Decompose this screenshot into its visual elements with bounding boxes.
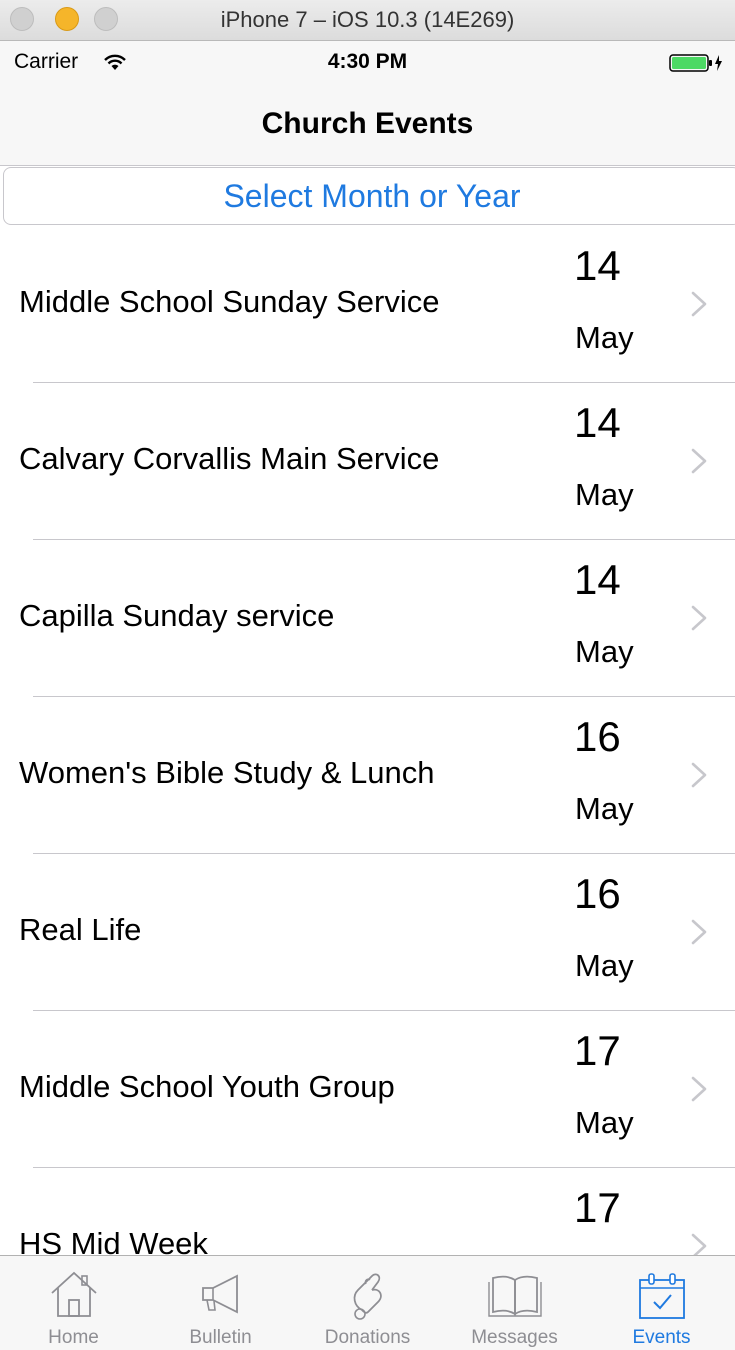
event-month: May bbox=[575, 320, 634, 355]
select-month-year-button[interactable]: Select Month or Year bbox=[3, 167, 735, 225]
event-day: 14 bbox=[574, 242, 621, 289]
event-row[interactable]: Capilla Sunday service 14 May bbox=[0, 540, 735, 697]
chevron-right-icon bbox=[690, 290, 710, 323]
megaphone-icon bbox=[147, 1266, 294, 1322]
event-month: May bbox=[575, 791, 634, 826]
tab-bulletin[interactable]: Bulletin bbox=[147, 1256, 294, 1350]
tab-label-donations: Donations bbox=[324, 1327, 411, 1348]
simulator-window: iPhone 7 – iOS 10.3 (14E269) Carrier 4:3… bbox=[0, 0, 735, 1350]
tab-home[interactable]: Home bbox=[0, 1256, 147, 1350]
tab-label-messages: Messages bbox=[471, 1327, 558, 1348]
tab-messages[interactable]: Messages bbox=[441, 1256, 588, 1350]
event-month: May bbox=[575, 477, 634, 512]
chevron-right-icon bbox=[690, 1075, 710, 1108]
chevron-right-icon bbox=[690, 447, 710, 480]
event-row[interactable]: Women's Bible Study & Lunch 16 May bbox=[0, 697, 735, 854]
chevron-right-icon bbox=[690, 761, 710, 794]
events-list[interactable]: Middle School Sunday Service 14 May Calvary… bbox=[0, 226, 735, 1255]
chevron-right-icon bbox=[690, 918, 710, 951]
event-month: May bbox=[575, 1105, 634, 1140]
open-book-icon bbox=[441, 1266, 588, 1322]
event-title: Middle School Youth Group bbox=[19, 1069, 395, 1104]
event-day: 14 bbox=[574, 399, 621, 446]
event-row[interactable]: Middle School Youth Group 17 May bbox=[0, 1011, 735, 1168]
window-title: iPhone 7 – iOS 10.3 (14E269) bbox=[220, 7, 515, 32]
ios-status-bar: Carrier 4:30 PM bbox=[0, 41, 735, 83]
event-row[interactable]: Calvary Corvallis Main Service 14 May bbox=[0, 383, 735, 540]
event-day: 17 bbox=[574, 1027, 621, 1074]
tab-bar: Home Bulletin Donations Messages Events bbox=[0, 1255, 735, 1350]
event-day: 16 bbox=[574, 713, 621, 760]
navigation-bar: Church Events bbox=[0, 83, 735, 166]
event-row[interactable]: HS Mid Week17May bbox=[0, 1168, 735, 1255]
tab-donations[interactable]: Donations bbox=[294, 1256, 441, 1350]
status-time: 4:30 PM bbox=[327, 50, 408, 73]
event-day: 16 bbox=[574, 870, 621, 917]
event-day: 17 bbox=[574, 1184, 621, 1231]
event-title: HS Mid Week bbox=[19, 1226, 208, 1255]
calendar-check-icon bbox=[588, 1266, 735, 1322]
tab-events[interactable]: Events bbox=[588, 1256, 735, 1350]
tab-label-bulletin: Bulletin bbox=[189, 1327, 252, 1348]
event-title: Calvary Corvallis Main Service bbox=[19, 441, 440, 476]
event-row[interactable]: Middle School Sunday Service 14 May bbox=[0, 226, 735, 383]
event-title: Women's Bible Study & Lunch bbox=[19, 755, 435, 790]
event-day: 14 bbox=[574, 556, 621, 603]
event-row[interactable]: Real Life 16 May bbox=[0, 854, 735, 1011]
event-title: Capilla Sunday service bbox=[19, 598, 335, 633]
tab-label-home: Home bbox=[48, 1327, 99, 1348]
battery-icon bbox=[669, 53, 725, 78]
event-month: May bbox=[575, 948, 634, 983]
page-title: Church Events bbox=[261, 107, 474, 140]
chevron-right-icon bbox=[690, 1232, 710, 1255]
donation-hand-icon bbox=[294, 1266, 441, 1322]
event-title: Real Life bbox=[19, 912, 142, 947]
event-month: May bbox=[575, 634, 634, 669]
chevron-right-icon bbox=[690, 604, 710, 637]
tab-label-events: Events bbox=[632, 1327, 691, 1348]
event-title: Middle School Sunday Service bbox=[19, 284, 440, 319]
window-title-bar: iPhone 7 – iOS 10.3 (14E269) bbox=[0, 0, 735, 41]
home-icon bbox=[0, 1266, 147, 1322]
